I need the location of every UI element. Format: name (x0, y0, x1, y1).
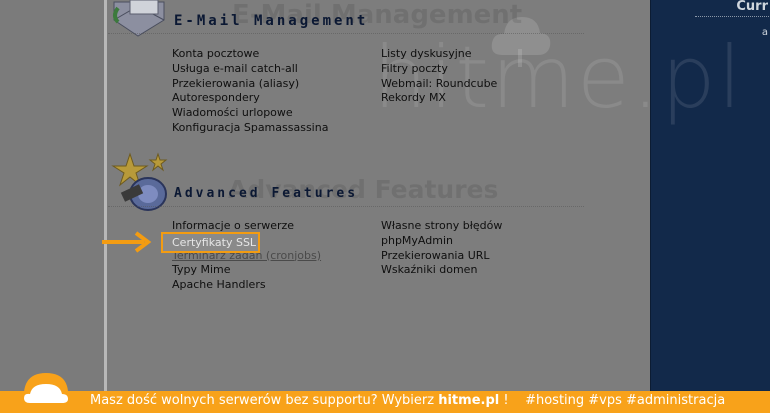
cloud-logo-icon (10, 373, 82, 413)
email-links-col1: Konta pocztowe Usługa e-mail catch-all P… (172, 47, 328, 136)
link-filtry-poczty[interactable]: Filtry poczty (381, 62, 497, 77)
advanced-section-title: Advanced Features (174, 186, 359, 201)
link-konta-pocztowe[interactable]: Konta pocztowe (172, 47, 328, 62)
footer-brand[interactable]: hitme.pl (438, 393, 499, 408)
email-section-rule (108, 30, 584, 34)
link-wiadomosci-urlopowe[interactable]: Wiadomości urlopowe (172, 106, 328, 121)
link-przekierowania-aliasy[interactable]: Przekierowania (aliasy) (172, 77, 328, 92)
link-apache-handlers[interactable]: Apache Handlers (172, 278, 321, 293)
footer-message: Masz dość wolnych serwerów bez supportu?… (90, 393, 439, 408)
link-przekierowania-url[interactable]: Przekierowania URL (381, 249, 502, 264)
right-panel-label: Curr (736, 0, 768, 14)
arrow-right-icon (102, 231, 152, 253)
right-panel-text: a (761, 27, 768, 38)
footer-exclaim: ! (499, 393, 509, 408)
advanced-section-rule (108, 203, 584, 207)
footer-text: Masz dość wolnych serwerów bez supportu?… (90, 393, 725, 408)
link-autorespondery[interactable]: Autorespondery (172, 91, 328, 106)
link-listy-dyskusyjne[interactable]: Listy dyskusyjne (381, 47, 497, 62)
link-phpmyadmin[interactable]: phpMyAdmin (381, 234, 502, 249)
link-wlasne-strony-bledow[interactable]: Własne strony błędów (381, 219, 502, 234)
left-margin (0, 0, 104, 413)
link-webmail-roundcube[interactable]: Webmail: Roundcube (381, 77, 497, 92)
email-section-title: E-Mail Management (174, 13, 369, 29)
footer-tags: #hosting #vps #administracja (525, 393, 726, 408)
highlighted-label: Certyfikaty SSL (172, 236, 257, 249)
link-typy-mime[interactable]: Typy Mime (172, 263, 321, 278)
email-icon (113, 0, 165, 37)
right-panel-divider (695, 16, 770, 17)
email-links-col2: Listy dyskusyjne Filtry poczty Webmail: … (381, 47, 497, 106)
link-spamassassin[interactable]: Konfiguracja Spamassassina (172, 121, 328, 136)
link-catch-all[interactable]: Usługa e-mail catch-all (172, 62, 328, 77)
link-rekordy-mx[interactable]: Rekordy MX (381, 91, 497, 106)
advanced-links-col2: Własne strony błędów phpMyAdmin Przekier… (381, 219, 502, 278)
link-wskazniki-domen[interactable]: Wskaźniki domen (381, 263, 502, 278)
highlighted-certyfikaty-ssl[interactable]: Certyfikaty SSL (161, 232, 260, 253)
right-panel: Curr a (650, 0, 770, 413)
advanced-links-col1: Informacje o serwerze Certyfikaty SSL Te… (172, 219, 321, 293)
